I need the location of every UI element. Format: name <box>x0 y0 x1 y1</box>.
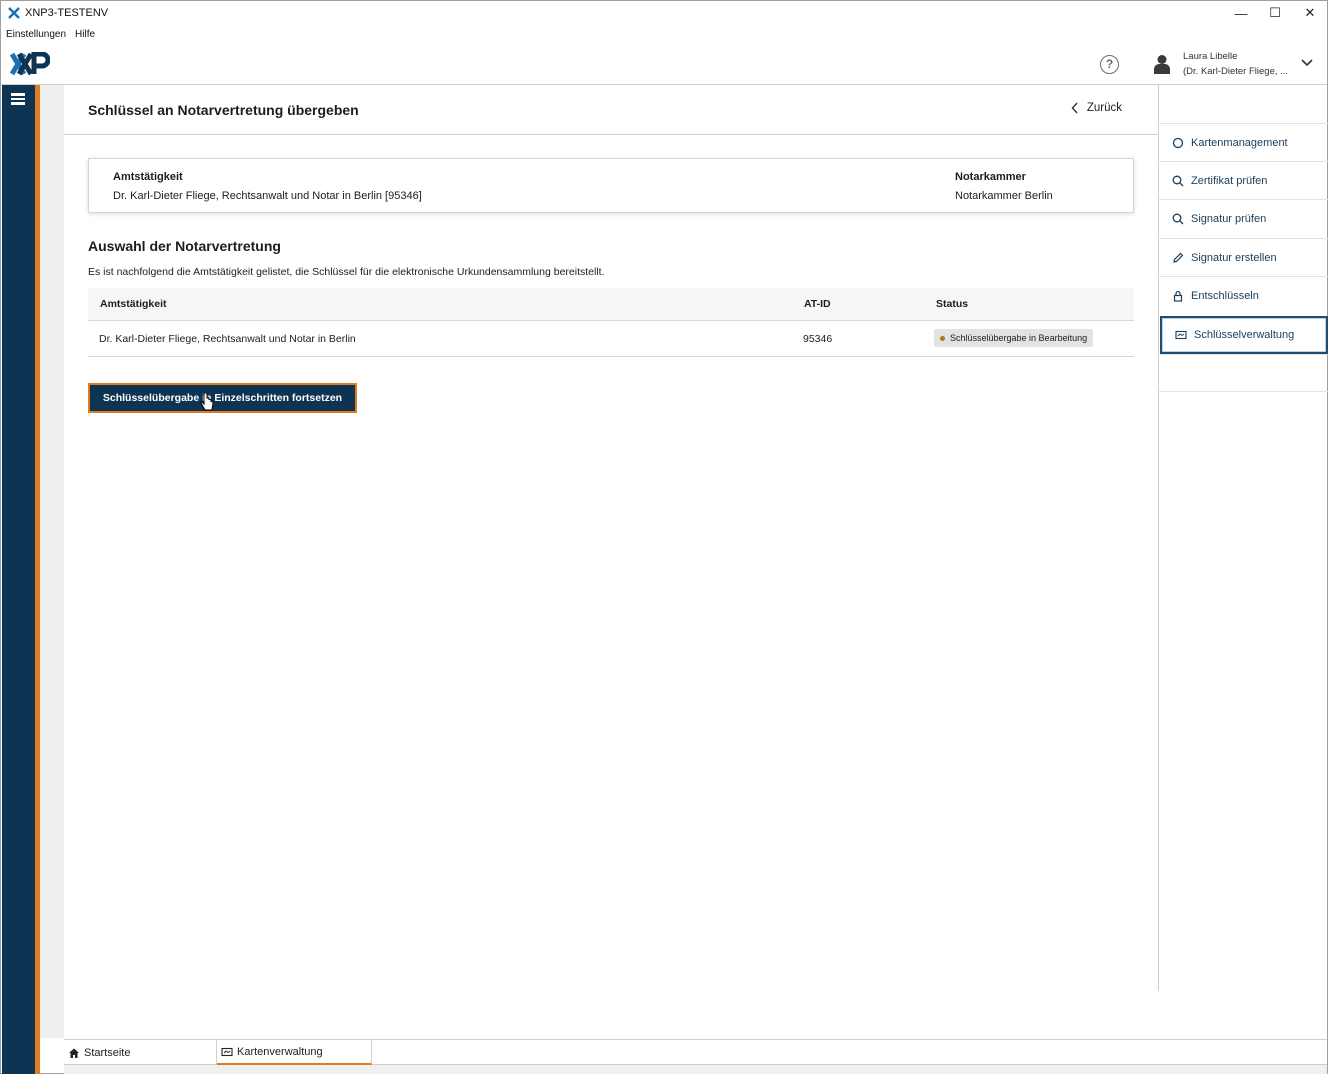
notarkammer-value: Notarkammer Berlin <box>955 190 1053 202</box>
notarkammer-label: Notarkammer <box>955 171 1026 183</box>
amtstaetigkeit-label: Amtstätigkeit <box>113 171 183 183</box>
help-icon[interactable]: ? <box>1100 55 1119 74</box>
sidebar-gap <box>40 85 64 1038</box>
rp-item-signatur-erstellen[interactable]: Signatur erstellen <box>1159 238 1328 276</box>
section-title: Auswahl der Notarvertretung <box>88 238 281 254</box>
rp-empty-row <box>1159 354 1328 392</box>
bottom-strip <box>64 1065 1327 1074</box>
status-dot-icon <box>940 335 945 341</box>
back-button[interactable]: Zurück <box>1071 102 1122 114</box>
lock-icon <box>1173 290 1183 302</box>
app-x-icon <box>8 7 20 19</box>
rp-label: Signatur erstellen <box>1191 251 1277 264</box>
circle-icon <box>1172 137 1184 148</box>
close-button[interactable]: ✕ <box>1293 1 1327 25</box>
search-icon <box>1172 175 1184 186</box>
info-card: Amtstätigkeit Dr. Karl-Dieter Fliege, Re… <box>88 158 1134 213</box>
page-title: Schlüssel an Notarvertretung übergeben <box>88 102 359 118</box>
window-title: XNP3-TESTENV <box>25 7 109 19</box>
cell-amtstaetigkeit: Dr. Karl-Dieter Fliege, Rechtsanwalt und… <box>99 333 356 345</box>
back-label: Zurück <box>1086 102 1122 114</box>
table-row[interactable]: Dr. Karl-Dieter Fliege, Rechtsanwalt und… <box>88 321 1134 357</box>
chevron-down-icon[interactable] <box>1301 58 1313 68</box>
menu-hilfe[interactable]: Hilfe <box>75 29 95 40</box>
rp-item-entschluesseln[interactable]: Entschlüsseln <box>1159 276 1328 314</box>
rp-label: Entschlüsseln <box>1191 289 1259 302</box>
card-icon <box>1175 330 1187 340</box>
rp-item-kartenmanagement[interactable]: Kartenmanagement <box>1159 123 1328 161</box>
hand-cursor-icon <box>200 393 214 411</box>
bottom-tab-bar: Startseite Kartenverwaltung <box>64 1039 1327 1065</box>
tab-kartenverwaltung[interactable]: Kartenverwaltung <box>217 1040 372 1065</box>
right-panel: Kartenmanagement Zertifikat prüfen Signa… <box>1158 85 1328 991</box>
chevron-left-icon <box>1071 102 1078 114</box>
user-name[interactable]: Laura Libelle <box>1183 51 1237 62</box>
app-window: XNP3-TESTENV — ☐ ✕ Einstellungen Hilfe ?… <box>0 0 1328 1074</box>
user-subtitle[interactable]: (Dr. Karl-Dieter Fliege, ... <box>1183 66 1288 77</box>
maximize-button[interactable]: ☐ <box>1258 1 1292 25</box>
rp-item-schluesselverwaltung[interactable]: Schlüsselverwaltung <box>1160 316 1328 354</box>
title-bar: XNP3-TESTENV — ☐ ✕ <box>1 1 1327 25</box>
status-badge: Schlüsselübergabe in Bearbeitung <box>934 329 1094 347</box>
rp-item-zertifikat-pruefen[interactable]: Zertifikat prüfen <box>1159 161 1328 199</box>
home-icon <box>69 1048 79 1058</box>
amtstaetigkeit-value: Dr. Karl-Dieter Fliege, Rechtsanwalt und… <box>113 190 422 202</box>
cell-at-id: 95346 <box>803 333 833 345</box>
left-sidebar <box>2 85 35 1074</box>
tab-label: Startseite <box>84 1046 131 1059</box>
table-header: Amtstätigkeit AT-ID Status <box>88 288 1134 321</box>
status-text: Schlüsselübergabe in Bearbeitung <box>950 333 1088 343</box>
hamburger-menu-icon[interactable] <box>11 93 25 105</box>
pen-icon <box>1173 252 1184 263</box>
continue-key-handover-button[interactable]: Schlüsselübergabe in Einzelschritten for… <box>88 383 357 413</box>
tab-startseite[interactable]: Startseite <box>64 1040 217 1065</box>
menu-bar: Einstellungen Hilfe <box>1 26 99 43</box>
user-icon[interactable] <box>1153 54 1171 74</box>
column-header-amtstaetigkeit[interactable]: Amtstätigkeit <box>100 298 167 310</box>
rp-label: Kartenmanagement <box>1191 136 1288 149</box>
column-header-status[interactable]: Status <box>936 298 968 310</box>
main-content: Schlüssel an Notarvertretung übergeben Z… <box>64 85 1158 1038</box>
section-description: Es ist nachfolgend die Amtstätigkeit gel… <box>88 266 605 278</box>
page-header: Schlüssel an Notarvertretung übergeben Z… <box>64 85 1158 135</box>
xnp-logo <box>10 52 50 76</box>
tab-label: Kartenverwaltung <box>237 1045 323 1058</box>
minimize-button[interactable]: — <box>1224 1 1258 25</box>
column-header-at-id[interactable]: AT-ID <box>804 298 831 310</box>
app-header: ? Laura Libelle (Dr. Karl-Dieter Fliege,… <box>1 44 1327 85</box>
rp-label: Schlüsselverwaltung <box>1194 329 1295 341</box>
search-icon <box>1172 213 1184 224</box>
rp-item-signatur-pruefen[interactable]: Signatur prüfen <box>1159 199 1328 237</box>
rp-label: Zertifikat prüfen <box>1191 174 1268 187</box>
notarvertretung-table: Amtstätigkeit AT-ID Status Dr. Karl-Diet… <box>88 288 1134 357</box>
rp-label: Signatur prüfen <box>1191 212 1267 225</box>
menu-einstellungen[interactable]: Einstellungen <box>6 29 66 40</box>
card-icon <box>221 1047 233 1056</box>
